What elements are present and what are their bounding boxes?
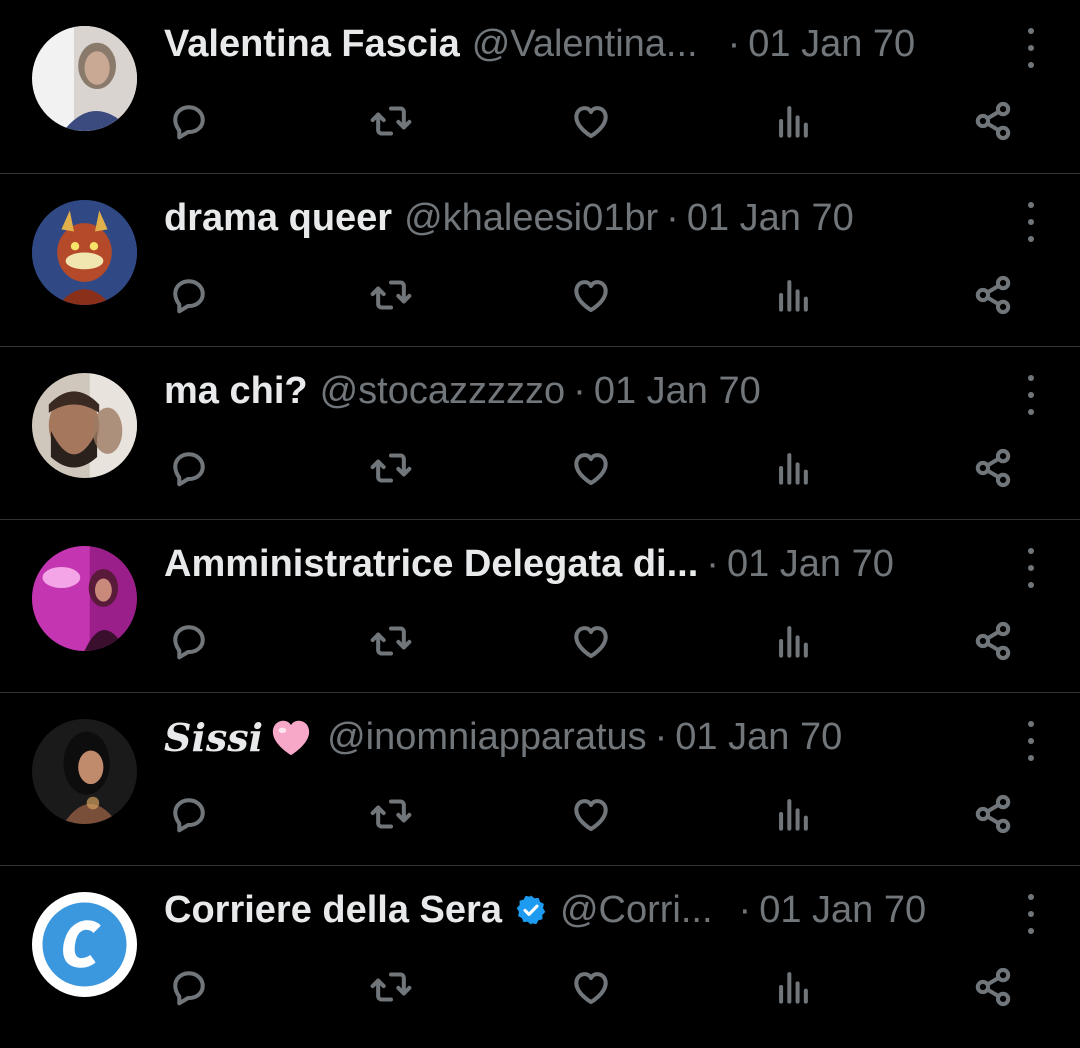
user-handle[interactable]: @stocazzzzzo — [320, 370, 566, 413]
display-name[interactable]: drama queer — [164, 197, 392, 240]
separator-dot: · — [738, 888, 752, 931]
tweet-header: Corriere della Sera @Corri... · 01 Jan 7… — [164, 886, 926, 934]
separator-dot: · — [727, 22, 741, 65]
reply-icon[interactable] — [164, 616, 214, 666]
tweet-header: drama queer @khaleesi01br · 01 Jan 70 — [164, 194, 854, 242]
user-handle[interactable]: @inomniapparatus — [327, 716, 647, 759]
share-icon[interactable] — [968, 96, 1018, 146]
tweet-date[interactable]: 01 Jan 70 — [759, 889, 926, 932]
heart-icon[interactable] — [566, 270, 616, 320]
heart-icon[interactable] — [566, 962, 616, 1012]
share-icon[interactable] — [968, 962, 1018, 1012]
reply-icon[interactable] — [164, 270, 214, 320]
tweet-actions — [164, 96, 1024, 146]
reply-icon[interactable] — [164, 96, 214, 146]
more-icon[interactable] — [1024, 548, 1038, 588]
heart-icon[interactable] — [566, 789, 616, 839]
tweet-row[interactable]: Corriere della Sera @Corri... · 01 Jan 7… — [0, 866, 1080, 1039]
retweet-icon[interactable] — [366, 789, 416, 839]
display-name[interactable]: Corriere della Sera — [164, 889, 502, 932]
display-name[interactable]: ma chi? — [164, 370, 308, 413]
retweet-icon[interactable] — [366, 443, 416, 493]
views-icon[interactable] — [768, 616, 818, 666]
tweet-date[interactable]: 01 Jan 70 — [748, 23, 915, 66]
avatar[interactable] — [32, 719, 137, 824]
heart-icon[interactable] — [566, 616, 616, 666]
separator-dot: · — [706, 542, 719, 585]
display-name[interactable]: Sissi — [164, 715, 263, 760]
avatar[interactable] — [32, 200, 137, 305]
more-icon[interactable] — [1024, 202, 1038, 242]
views-icon[interactable] — [768, 96, 818, 146]
tweet-row[interactable]: drama queer @khaleesi01br · 01 Jan 70 — [0, 174, 1080, 347]
avatar[interactable] — [32, 892, 137, 997]
reply-icon[interactable] — [164, 789, 214, 839]
user-handle[interactable]: @Corri... — [560, 889, 713, 932]
avatar[interactable] — [32, 546, 137, 651]
share-icon[interactable] — [968, 443, 1018, 493]
tweet-actions — [164, 962, 1024, 1012]
retweet-icon[interactable] — [366, 616, 416, 666]
timeline-feed: Valentina Fascia @Valentina... · 01 Jan … — [0, 0, 1080, 1039]
verified-badge-icon — [514, 893, 548, 927]
tweet-actions — [164, 789, 1024, 839]
tweet-header: Valentina Fascia @Valentina... · 01 Jan … — [164, 20, 915, 68]
views-icon[interactable] — [768, 270, 818, 320]
share-icon[interactable] — [968, 270, 1018, 320]
more-icon[interactable] — [1024, 721, 1038, 761]
user-handle[interactable]: @khaleesi01br — [404, 197, 658, 240]
tweet-row[interactable]: Sissi @inomniapparatus · 01 Jan 70 — [0, 693, 1080, 866]
separator-dot: · — [666, 196, 679, 239]
retweet-icon[interactable] — [366, 962, 416, 1012]
tweet-date[interactable]: 01 Jan 70 — [594, 370, 761, 413]
views-icon[interactable] — [768, 962, 818, 1012]
more-icon[interactable] — [1024, 28, 1038, 68]
retweet-icon[interactable] — [366, 270, 416, 320]
share-icon[interactable] — [968, 789, 1018, 839]
avatar[interactable] — [32, 373, 137, 478]
tweet-header: Amministratrice Delegata di... · 01 Jan … — [164, 540, 894, 588]
user-handle[interactable]: @Valentina... — [472, 23, 698, 66]
tweet-row[interactable]: Valentina Fascia @Valentina... · 01 Jan … — [0, 0, 1080, 174]
views-icon[interactable] — [768, 789, 818, 839]
tweet-actions — [164, 616, 1024, 666]
tweet-header: Sissi @inomniapparatus · 01 Jan 70 — [164, 713, 842, 761]
heart-icon[interactable] — [566, 96, 616, 146]
views-icon[interactable] — [768, 443, 818, 493]
reply-icon[interactable] — [164, 962, 214, 1012]
tweet-header: ma chi? @stocazzzzzo · 01 Jan 70 — [164, 367, 761, 415]
tweet-row[interactable]: Amministratrice Delegata di... · 01 Jan … — [0, 520, 1080, 693]
retweet-icon[interactable] — [366, 96, 416, 146]
share-icon[interactable] — [968, 616, 1018, 666]
more-icon[interactable] — [1024, 894, 1038, 934]
display-name[interactable]: Valentina Fascia — [164, 23, 460, 66]
separator-dot: · — [654, 715, 668, 758]
pink-heart-icon — [267, 716, 315, 758]
tweet-date[interactable]: 01 Jan 70 — [687, 197, 854, 240]
tweet-row[interactable]: ma chi? @stocazzzzzo · 01 Jan 70 — [0, 347, 1080, 520]
heart-icon[interactable] — [566, 443, 616, 493]
tweet-date[interactable]: 01 Jan 70 — [727, 543, 894, 586]
reply-icon[interactable] — [164, 443, 214, 493]
separator-dot: · — [573, 369, 586, 412]
tweet-actions — [164, 443, 1024, 493]
display-name[interactable]: Amministratrice Delegata di... — [164, 543, 698, 586]
tweet-date[interactable]: 01 Jan 70 — [675, 716, 842, 759]
more-icon[interactable] — [1024, 375, 1038, 415]
tweet-actions — [164, 270, 1024, 320]
avatar[interactable] — [32, 26, 137, 131]
